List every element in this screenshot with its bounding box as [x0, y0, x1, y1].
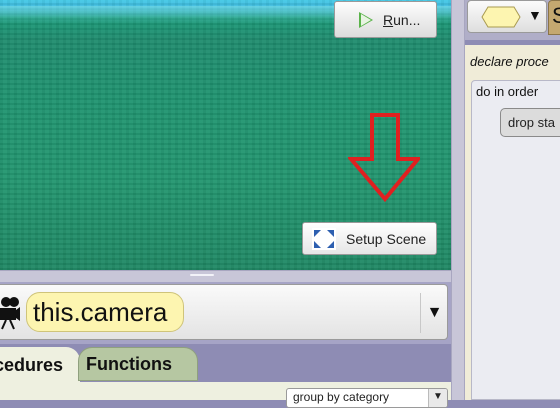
camera-selector-value[interactable]: this.camera [26, 292, 184, 332]
tab-functions[interactable]: Functions [78, 347, 198, 381]
chevron-down-icon: ▼ [528, 7, 542, 23]
declare-procedure-label: declare proce [470, 54, 549, 69]
scene-splitter[interactable] [0, 270, 451, 282]
tab-procedures[interactable]: cedures [0, 347, 80, 383]
expand-arrows-icon [312, 227, 336, 250]
run-button[interactable]: Run... [334, 1, 437, 38]
do-in-order-label: do in order [476, 84, 539, 99]
run-button-label: Run... [383, 11, 421, 28]
editor-tab[interactable]: S [548, 0, 560, 35]
camera-icon [0, 297, 20, 330]
down-arrow-icon [348, 113, 420, 203]
chevron-down-icon: ▼ [428, 389, 447, 407]
type-selector-button[interactable]: ▼ [467, 0, 547, 33]
drop-statement-placeholder[interactable]: drop sta [500, 108, 560, 137]
splitter-grip[interactable] [190, 274, 214, 276]
chevron-down-icon[interactable]: ▼ [420, 293, 448, 333]
setup-scene-label: Setup Scene [346, 230, 427, 247]
hexagon-icon [481, 6, 521, 28]
group-by-select[interactable]: group by category ▼ [286, 388, 448, 408]
panel-divider[interactable] [451, 0, 465, 400]
setup-scene-button[interactable]: Setup Scene [302, 222, 437, 255]
group-by-value: group by category [293, 390, 390, 404]
play-icon [359, 12, 373, 28]
